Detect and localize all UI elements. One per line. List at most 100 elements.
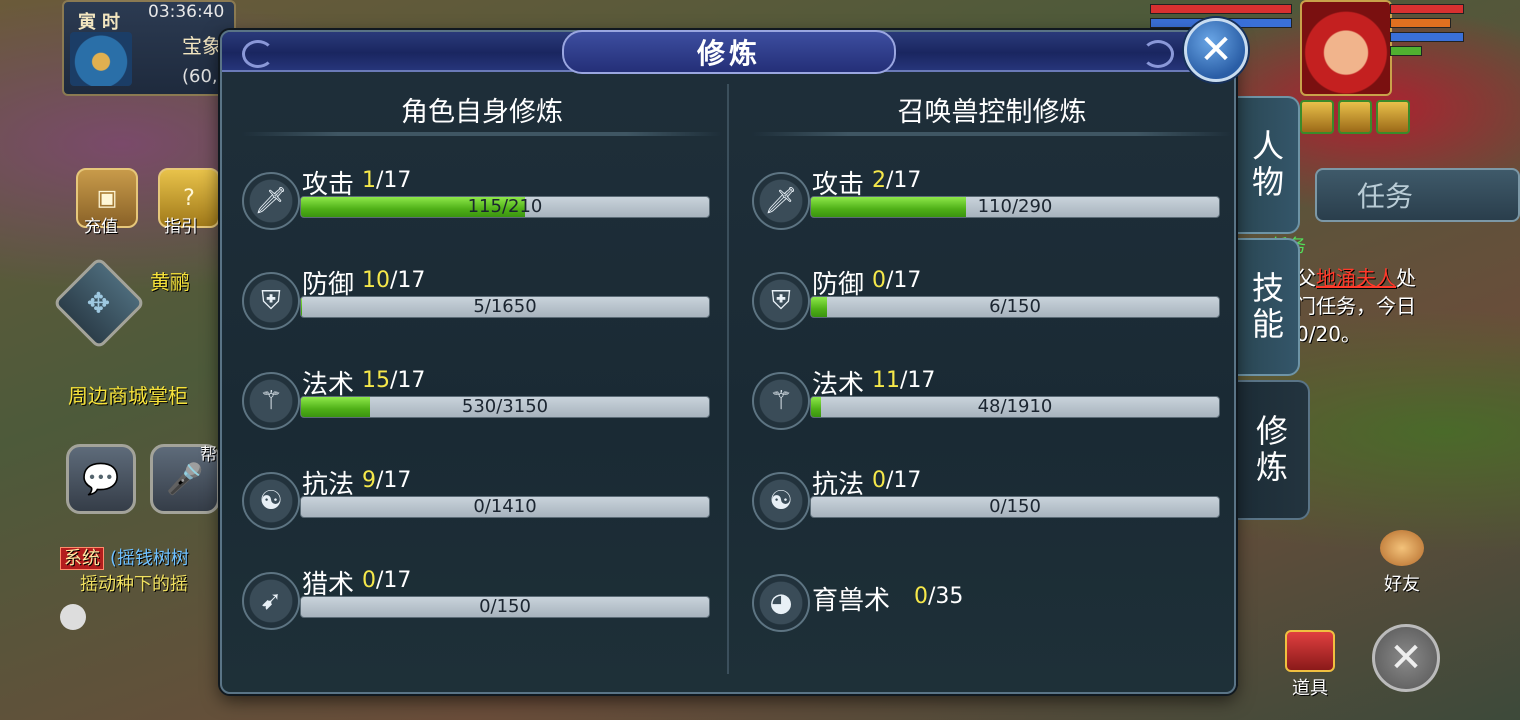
level-current: 15 xyxy=(362,368,390,393)
progress-value: 0/150 xyxy=(479,596,531,617)
tab-character[interactable]: 人物 xyxy=(1234,96,1300,234)
task-tab[interactable]: 任务 xyxy=(1315,168,1520,222)
cultivation-row[interactable]: ⛨ 防御 10/17 5/1650 xyxy=(242,268,712,342)
buff-icon-1[interactable] xyxy=(1300,100,1334,134)
tab-skills-label: 技能 xyxy=(1247,271,1285,343)
expand-map-button[interactable]: ✥ xyxy=(52,256,146,350)
buff-icon-2[interactable] xyxy=(1338,100,1372,134)
cultivation-row[interactable]: ⚚ 法术 11/17 48/1910 xyxy=(752,368,1222,442)
progress-bar: 0/150 xyxy=(300,596,710,618)
level-max: /17 xyxy=(376,168,412,193)
progress-value: 48/1910 xyxy=(977,396,1053,417)
skill-level: 0/17 xyxy=(872,268,921,293)
progress-value: 6/150 xyxy=(989,296,1041,317)
system-chat-line: 系统 (摇钱树树 xyxy=(60,544,189,570)
column-divider xyxy=(727,84,729,674)
npc-name: 黄鹂 xyxy=(150,270,190,294)
pet-face-icon[interactable] xyxy=(60,604,86,630)
yinyang-icon: ☯ xyxy=(752,472,810,530)
help-label: 帮 xyxy=(200,445,217,465)
tab-character-label: 人物 xyxy=(1247,129,1285,201)
close-icon: ✕ xyxy=(1389,635,1423,681)
sword-icon: 🗡 xyxy=(752,172,810,230)
cultivation-row[interactable]: 🗡 攻击 2/17 110/290 xyxy=(752,168,1222,242)
tab-skills[interactable]: 技能 xyxy=(1234,238,1300,376)
progress-bar: 48/1910 xyxy=(810,396,1220,418)
level-current: 10 xyxy=(362,268,390,293)
cultivation-row[interactable]: ⛨ 防御 0/17 6/150 xyxy=(752,268,1222,342)
close-icon: ✕ xyxy=(1199,27,1233,73)
title-bar: 修炼 xyxy=(222,30,1234,74)
progress-value: 530/3150 xyxy=(461,396,549,417)
friend-label: 好友 xyxy=(1384,574,1420,595)
treasure-chest-icon: ▣ xyxy=(96,185,118,211)
level-max: /17 xyxy=(886,268,922,293)
chat-message-2: 摇动种下的摇 xyxy=(80,574,188,595)
items-button[interactable]: 道具 xyxy=(1280,630,1340,700)
task-line-1[interactable]: 父地涌夫人处 xyxy=(1296,262,1416,291)
progress-value: 0/1410 xyxy=(473,496,537,517)
tab-cultivation-label: 修炼 xyxy=(1251,414,1289,486)
cultivation-row[interactable]: ☯ 抗法 9/17 0/1410 xyxy=(242,468,712,542)
level-current: 0 xyxy=(872,268,886,293)
expand-arrows-icon: ✥ xyxy=(87,286,111,320)
items-label: 道具 xyxy=(1292,678,1328,699)
title-plate: 修炼 xyxy=(562,30,896,74)
microphone-icon: 🎤 xyxy=(166,461,204,497)
bow-icon: ➹ xyxy=(242,572,300,630)
header-divider xyxy=(242,132,722,136)
task-npc-link[interactable]: 地涌夫人 xyxy=(1316,266,1396,290)
level-current: 1 xyxy=(362,168,376,193)
beast-skill-level: 0/35 xyxy=(914,584,963,609)
cultivation-row[interactable]: ☯ 抗法 0/17 0/150 xyxy=(752,468,1222,542)
task-line-1-b: 处 xyxy=(1396,266,1416,290)
beast-level-max: /35 xyxy=(928,584,964,609)
cultivation-row[interactable]: ➹ 猎术 0/17 0/150 xyxy=(242,568,712,642)
beast-skill-name: 育兽术 xyxy=(812,586,891,616)
shield-icon: ⛨ xyxy=(242,272,300,330)
sword-icon: 🗡 xyxy=(242,172,300,230)
clock-text: 03:36:40 xyxy=(148,2,225,22)
skill-level: 0/17 xyxy=(362,568,411,593)
level-current: 0 xyxy=(872,468,886,493)
skill-level: 0/17 xyxy=(872,468,921,493)
staff-icon: ⚚ xyxy=(752,372,810,430)
level-max: /17 xyxy=(376,468,412,493)
cloud-swirl-icon xyxy=(242,40,274,68)
level-max: /17 xyxy=(390,268,426,293)
guide-label: 指引 xyxy=(164,217,198,237)
location-name: 宝象 xyxy=(182,34,222,58)
beast-icon: ◕ xyxy=(752,574,810,632)
chat-message-1: (摇钱树树 xyxy=(110,548,190,569)
shop-keeper-name[interactable]: 周边商城掌柜 xyxy=(68,380,188,409)
beast-skill-row[interactable]: ◕ 育兽术 0/35 xyxy=(752,574,1222,644)
cultivation-row[interactable]: 🗡 攻击 1/17 115/210 xyxy=(242,168,712,242)
progress-value: 110/290 xyxy=(977,196,1053,217)
progress-bar: 5/1650 xyxy=(300,296,710,318)
level-max: /17 xyxy=(376,568,412,593)
skill-level: 15/17 xyxy=(362,368,425,393)
task-line-2: 门任务，今日 xyxy=(1296,294,1416,318)
progress-bar: 110/290 xyxy=(810,196,1220,218)
level-current: 11 xyxy=(872,368,900,393)
level-max: /17 xyxy=(886,468,922,493)
progress-bar: 6/150 xyxy=(810,296,1220,318)
question-scroll-icon: ? xyxy=(183,185,195,211)
skill-level: 9/17 xyxy=(362,468,411,493)
time-location-panel[interactable]: 寅时 03:36:40 宝象 (60, xyxy=(62,0,236,96)
map-emblem-icon xyxy=(70,32,132,86)
player-portrait[interactable] xyxy=(1300,0,1392,96)
chat-button[interactable]: 💬 xyxy=(66,444,136,514)
level-max: /17 xyxy=(900,368,936,393)
buff-icon-3[interactable] xyxy=(1376,100,1410,134)
progress-value: 5/1650 xyxy=(473,296,537,317)
tab-cultivation[interactable]: 修炼 xyxy=(1232,380,1310,520)
friend-button[interactable]: 好友 xyxy=(1372,530,1432,596)
right-column-header: 召唤兽控制修炼 xyxy=(897,97,1087,128)
cultivation-row[interactable]: ⚚ 法术 15/17 530/3150 xyxy=(242,368,712,442)
hide-ui-button[interactable]: ✕ xyxy=(1372,624,1440,692)
close-button[interactable]: ✕ xyxy=(1184,18,1248,82)
task-line-3: 0/20。 xyxy=(1296,322,1361,346)
left-column-header: 角色自身修炼 xyxy=(401,97,563,128)
level-current: 0 xyxy=(362,568,376,593)
